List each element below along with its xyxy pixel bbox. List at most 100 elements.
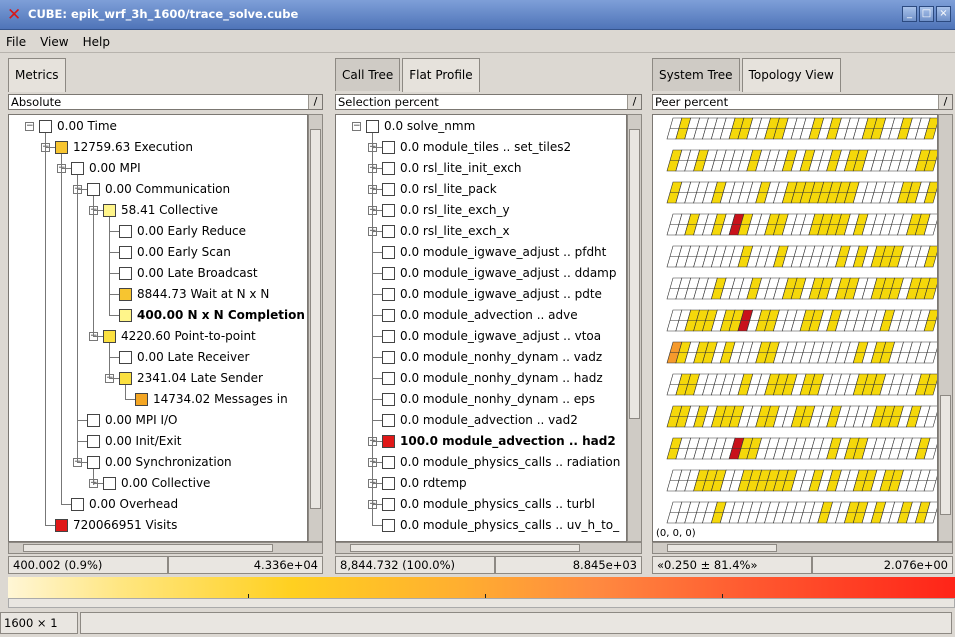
tree-row[interactable]: 0.00 MPI I/O (9, 410, 307, 431)
scroll-thumb[interactable] (350, 544, 580, 552)
dropdown-arrow-icon: / (308, 95, 322, 109)
tree-connector (77, 462, 87, 463)
scroll-thumb[interactable] (23, 544, 273, 552)
window-controls: _ □ × (902, 6, 951, 22)
calltree-mode-select[interactable]: Selection percent / (335, 94, 642, 110)
tree-row-label: 0.00 Overhead (89, 497, 179, 511)
menu-view[interactable]: View (40, 35, 68, 49)
topology-view[interactable]: (0, 0, 0) (652, 114, 938, 542)
tree-connector (109, 217, 110, 315)
tree-connector (109, 357, 119, 358)
system-tabs: System Tree Topology View (652, 58, 953, 92)
color-legend-bar (8, 577, 955, 604)
menu-file[interactable]: File (6, 35, 26, 49)
severity-color-box (119, 225, 132, 238)
topology-grid[interactable] (653, 115, 938, 542)
dropdown-arrow-icon: / (938, 95, 952, 109)
tree-row[interactable]: 14734.02 Messages in (9, 389, 307, 410)
scroll-thumb[interactable] (310, 129, 321, 509)
tree-row-label: 0.00 Collective (121, 476, 211, 490)
tree-row[interactable]: −0.00 MPI (9, 158, 307, 179)
tree-connector (372, 273, 382, 274)
tree-connector (372, 441, 382, 442)
severity-color-box (382, 435, 395, 448)
tree-row[interactable]: − 0.0 solve_nmm (336, 116, 626, 137)
tree-row-label: 0.00 Communication (105, 182, 231, 196)
menu-help[interactable]: Help (83, 35, 110, 49)
tree-row[interactable]: 0.00 Late Broadcast (9, 263, 307, 284)
minimize-icon[interactable]: _ (902, 6, 917, 22)
tree-row[interactable]: − 0.00 Time (9, 116, 307, 137)
scroll-thumb[interactable] (629, 129, 640, 419)
metrics-hscroll[interactable] (8, 542, 323, 554)
tree-connector (77, 441, 87, 442)
tree-row[interactable]: 0.00 Early Reduce (9, 221, 307, 242)
tab-call-tree[interactable]: Call Tree (335, 58, 401, 91)
calltree-vscroll[interactable] (627, 114, 642, 542)
tree-connector (45, 147, 55, 148)
scroll-thumb[interactable] (667, 544, 777, 552)
severity-color-box (382, 162, 395, 175)
tree-connector (109, 378, 119, 379)
tree-row[interactable]: 0.00 Early Scan (9, 242, 307, 263)
tree-row[interactable]: −0.00 Synchronization (9, 452, 307, 473)
tree-row-label: 0.0 module_advection .. adve (400, 308, 578, 322)
tree-row-label: 0.0 module_nonhy_dynam .. hadz (400, 371, 603, 385)
system-hscroll[interactable] (652, 542, 953, 554)
tree-connector (372, 189, 382, 190)
tree-row[interactable]: 8844.73 Wait at N x N (9, 284, 307, 305)
metrics-mode-select[interactable]: Absolute / (8, 94, 323, 110)
severity-color-box (71, 498, 84, 511)
tree-row[interactable]: 0.00 Overhead (9, 494, 307, 515)
tree-row-label: 0.0 module_physics_calls .. turbl (400, 497, 595, 511)
tree-connector (93, 469, 94, 483)
tab-metrics[interactable]: Metrics (8, 58, 66, 92)
severity-color-box (382, 477, 395, 490)
tree-row-label: 4220.60 Point-to-point (121, 329, 256, 343)
tab-flat-profile[interactable]: Flat Profile (402, 58, 480, 92)
tree-row[interactable]: 0.00 Init/Exit (9, 431, 307, 452)
collapse-icon[interactable]: − (352, 122, 361, 131)
metrics-status-max: 4.336e+04 (168, 556, 323, 574)
severity-color-box (55, 141, 68, 154)
tree-row[interactable]: +0.00 Collective (9, 473, 307, 494)
tree-row-label: 0.00 MPI I/O (105, 413, 178, 427)
metrics-vscroll[interactable] (308, 114, 323, 542)
severity-color-box (382, 414, 395, 427)
tab-system-tree[interactable]: System Tree (652, 58, 740, 91)
severity-color-box (103, 330, 116, 343)
tree-row-label: 0.0 module_physics_calls .. uv_h_to_ (400, 518, 620, 532)
tree-row[interactable]: −4220.60 Point-to-point (9, 326, 307, 347)
tree-connector (109, 231, 119, 232)
system-status: «0.250 ± 81.4%» 2.076e+00 (652, 556, 953, 574)
tree-row[interactable]: −2341.04 Late Sender (9, 368, 307, 389)
tree-connector (372, 525, 382, 526)
tree-row[interactable]: −0.00 Communication (9, 179, 307, 200)
tree-row[interactable]: 400.00 N x N Completion (9, 305, 307, 326)
tree-row[interactable]: −58.41 Collective (9, 200, 307, 221)
tree-connector (93, 483, 103, 484)
system-vscroll[interactable] (938, 114, 953, 542)
collapse-icon[interactable]: − (25, 122, 34, 131)
tree-row-label: 0.0 module_igwave_adjust .. pfdht (400, 245, 607, 259)
tab-topology-view[interactable]: Topology View (741, 58, 841, 92)
tree-connector (372, 483, 382, 484)
calltree-hscroll[interactable] (335, 542, 642, 554)
title-bar[interactable]: ✕ CUBE: epik_wrf_3h_1600/trace_solve.cub… (0, 0, 955, 30)
tree-row-label: 0.0 rsl_lite_pack (400, 182, 497, 196)
severity-color-box (382, 225, 395, 238)
severity-color-box (382, 351, 395, 364)
system-mode-select[interactable]: Peer percent / (652, 94, 953, 110)
close-icon[interactable]: × (936, 6, 951, 22)
severity-color-box (39, 120, 52, 133)
tree-connector (93, 210, 103, 211)
tree-connector (125, 385, 126, 399)
tree-row[interactable]: 0.00 Late Receiver (9, 347, 307, 368)
scroll-thumb[interactable] (940, 395, 951, 515)
severity-color-box (87, 183, 100, 196)
topology-dimensions: 1600 × 1 (0, 612, 78, 634)
severity-color-box (103, 477, 116, 490)
metrics-mode-value: Absolute (11, 95, 62, 109)
maximize-icon[interactable]: □ (919, 6, 934, 22)
dropdown-arrow-icon: / (627, 95, 641, 109)
